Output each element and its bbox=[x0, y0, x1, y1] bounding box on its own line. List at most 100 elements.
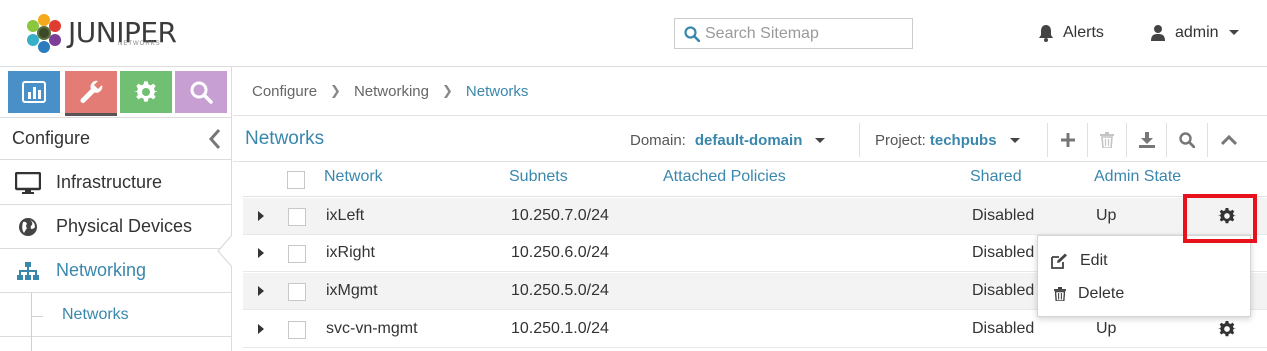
cell-shared: Disabled bbox=[972, 207, 1035, 224]
column-header-admin-state[interactable]: Admin State bbox=[1094, 168, 1181, 186]
sidebar-heading-label: Configure bbox=[12, 128, 91, 148]
tab-query[interactable] bbox=[175, 71, 227, 113]
project-selector[interactable]: Project: techpubs bbox=[875, 132, 1021, 149]
export-button[interactable] bbox=[1128, 125, 1166, 155]
cell-network: ixLeft bbox=[326, 207, 365, 224]
widget-header: Networks Domain: default-domain Project:… bbox=[233, 117, 1267, 162]
tab-monitor[interactable] bbox=[8, 71, 60, 113]
caret-right-icon[interactable] bbox=[257, 285, 265, 297]
divider bbox=[1126, 123, 1127, 157]
user-icon bbox=[1151, 25, 1165, 41]
search-input[interactable] bbox=[705, 22, 905, 46]
menu-item-delete[interactable]: Delete bbox=[1038, 278, 1250, 310]
download-icon bbox=[1139, 132, 1155, 148]
edit-icon bbox=[1038, 253, 1078, 269]
chevron-right-icon: ❯ bbox=[330, 83, 341, 98]
tree-line bbox=[31, 293, 32, 351]
row-checkbox[interactable] bbox=[288, 321, 306, 339]
sidebar-item-networking[interactable]: Networking bbox=[0, 249, 231, 293]
chevron-right-icon: ❯ bbox=[441, 83, 453, 98]
cell-admin-state: Up bbox=[1096, 320, 1117, 337]
column-header-network[interactable]: Network bbox=[324, 168, 383, 186]
sidebar-heading: Configure bbox=[0, 118, 231, 160]
tree-branch bbox=[31, 316, 43, 317]
table-row[interactable]: ixLeft 10.250.7.0/24 Disabled Up bbox=[243, 198, 1267, 235]
active-pointer bbox=[217, 235, 233, 267]
sidebar-item-physical-devices[interactable]: Physical Devices bbox=[0, 205, 231, 249]
caret-right-icon[interactable] bbox=[257, 247, 265, 259]
wrench-icon bbox=[80, 80, 103, 104]
cell-subnets: 10.250.5.0/24 bbox=[511, 282, 609, 299]
menu-item-label: Delete bbox=[1078, 285, 1125, 302]
sidebar-subitem-label: Networks bbox=[62, 306, 129, 323]
search-icon bbox=[1179, 132, 1195, 148]
column-header-subnets[interactable]: Subnets bbox=[509, 168, 568, 186]
column-header-attached-policies[interactable]: Attached Policies bbox=[663, 168, 786, 186]
search-icon bbox=[684, 26, 700, 42]
logo-subtext: NETWORKS bbox=[118, 41, 161, 47]
tab-settings[interactable] bbox=[120, 71, 172, 113]
cell-admin-state: Up bbox=[1096, 207, 1117, 224]
row-checkbox[interactable] bbox=[288, 283, 306, 301]
breadcrumb-networking[interactable]: Networking bbox=[354, 83, 429, 100]
juniper-logo-icon bbox=[27, 14, 61, 53]
cell-subnets: 10.250.1.0/24 bbox=[511, 320, 609, 337]
cell-shared: Disabled bbox=[972, 282, 1035, 299]
alerts-button[interactable]: Alerts bbox=[1038, 22, 1104, 44]
plus-icon bbox=[1061, 133, 1075, 147]
breadcrumb-configure[interactable]: Configure bbox=[252, 83, 317, 100]
grid-search-button[interactable] bbox=[1168, 125, 1206, 155]
magnifier-icon bbox=[190, 81, 213, 104]
bell-icon bbox=[1039, 25, 1053, 42]
divider bbox=[1047, 123, 1048, 157]
delete-button[interactable] bbox=[1088, 125, 1126, 155]
gear-icon[interactable] bbox=[1218, 320, 1236, 338]
sidebar-item-label: Infrastructure bbox=[56, 172, 163, 192]
caret-right-icon[interactable] bbox=[257, 210, 265, 222]
menu-item-label: Edit bbox=[1080, 252, 1108, 269]
sidebar-item-label: Networking bbox=[56, 260, 147, 280]
highlight-box bbox=[1183, 194, 1257, 243]
divider bbox=[1166, 123, 1167, 157]
cell-network: ixRight bbox=[326, 244, 375, 261]
cell-subnets: 10.250.7.0/24 bbox=[511, 207, 609, 224]
row-checkbox[interactable] bbox=[288, 208, 306, 226]
domain-value: default-domain bbox=[694, 132, 803, 149]
top-header: JUNIPER NETWORKS Alerts admin bbox=[0, 0, 1267, 67]
user-label: admin bbox=[1175, 24, 1219, 41]
add-button[interactable] bbox=[1049, 125, 1087, 155]
tab-configure[interactable] bbox=[65, 71, 117, 116]
juniper-logo[interactable]: JUNIPER NETWORKS bbox=[22, 12, 182, 54]
chevron-left-icon[interactable] bbox=[209, 128, 221, 150]
cell-shared: Disabled bbox=[972, 244, 1035, 261]
breadcrumb-networks: Networks bbox=[465, 82, 529, 100]
chevron-down-icon bbox=[1228, 30, 1239, 35]
breadcrumb: Configure ❯ Networking ❯ Networks bbox=[233, 67, 1267, 116]
row-action-menu: Edit Delete bbox=[1037, 235, 1251, 317]
trash-icon bbox=[1100, 132, 1114, 148]
cell-shared: Disabled bbox=[972, 320, 1035, 337]
select-all-checkbox[interactable] bbox=[287, 171, 305, 189]
cell-subnets: 10.250.6.0/24 bbox=[511, 244, 609, 261]
divider bbox=[1207, 123, 1208, 157]
monitor-icon bbox=[0, 171, 56, 194]
sidebar: Configure Infrastructure Physical Device… bbox=[0, 67, 233, 351]
sidebar-item-infrastructure[interactable]: Infrastructure bbox=[0, 161, 231, 205]
column-header-shared[interactable]: Shared bbox=[970, 168, 1022, 186]
caret-right-icon[interactable] bbox=[257, 323, 265, 335]
row-checkbox[interactable] bbox=[288, 245, 306, 263]
menu-item-edit[interactable]: Edit bbox=[1038, 245, 1250, 277]
user-menu[interactable]: admin bbox=[1150, 22, 1240, 44]
project-value: techpubs bbox=[929, 132, 997, 149]
mode-tabs bbox=[0, 67, 231, 118]
sidebar-subitem-networks[interactable]: Networks bbox=[0, 293, 231, 351]
cell-network: ixMgmt bbox=[326, 282, 378, 299]
divider bbox=[859, 123, 860, 157]
chevron-down-icon bbox=[1009, 137, 1020, 143]
alerts-label: Alerts bbox=[1063, 24, 1104, 41]
collapse-widget-button[interactable] bbox=[1210, 125, 1248, 155]
search-sitemap[interactable] bbox=[674, 18, 913, 49]
chevron-down-icon bbox=[815, 137, 826, 143]
domain-selector[interactable]: Domain: default-domain bbox=[630, 132, 826, 149]
project-label: Project: bbox=[875, 132, 926, 149]
